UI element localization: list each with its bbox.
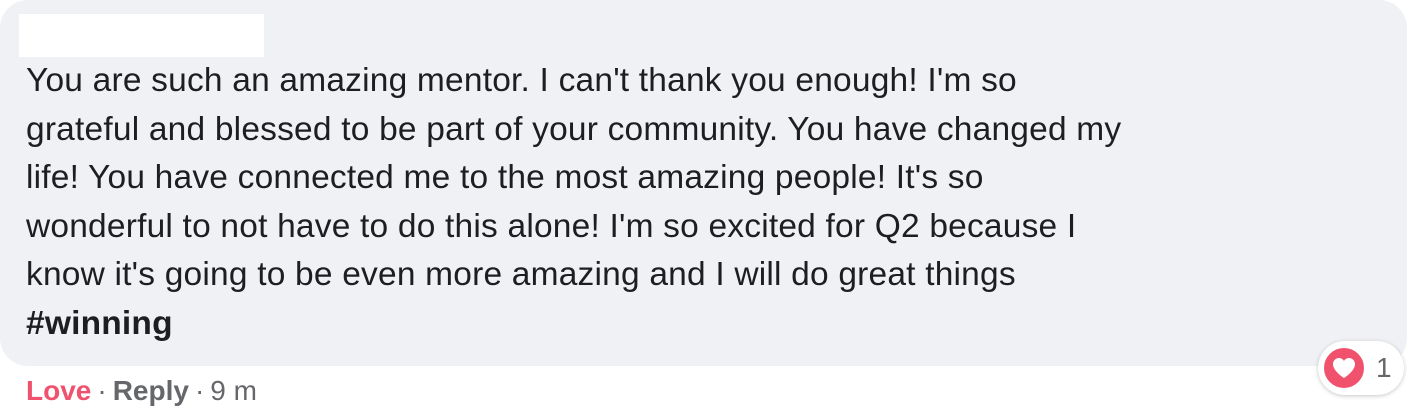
love-button[interactable]: Love <box>26 375 91 406</box>
redacted-author-name <box>19 14 264 57</box>
heart-icon <box>1322 346 1366 390</box>
comment-text-line: life! You have connected me to the most … <box>26 159 984 196</box>
comment-text: You are such an amazing mentor. I can't … <box>26 57 1396 348</box>
reply-button[interactable]: Reply <box>113 375 189 406</box>
comment-text-line: know it's going to be even more amazing … <box>26 256 1016 293</box>
reaction-summary[interactable]: 1 <box>1318 341 1404 395</box>
comment-timestamp[interactable]: 9 m <box>210 375 257 406</box>
reaction-count: 1 <box>1376 352 1392 383</box>
comment-actions: Love · Reply · 9 m <box>26 372 257 410</box>
comment-text-line: You are such an amazing mentor. I can't … <box>26 62 1017 99</box>
comment-bubble: You are such an amazing mentor. I can't … <box>0 0 1407 366</box>
separator-dot: · <box>194 375 205 406</box>
separator-dot: · <box>97 375 107 406</box>
comment-text-line: grateful and blessed to be part of your … <box>26 110 1122 148</box>
comment-text-line: wonderful to not have to do this alone! … <box>26 207 1077 245</box>
hashtag-link[interactable]: #winning <box>26 300 1396 349</box>
